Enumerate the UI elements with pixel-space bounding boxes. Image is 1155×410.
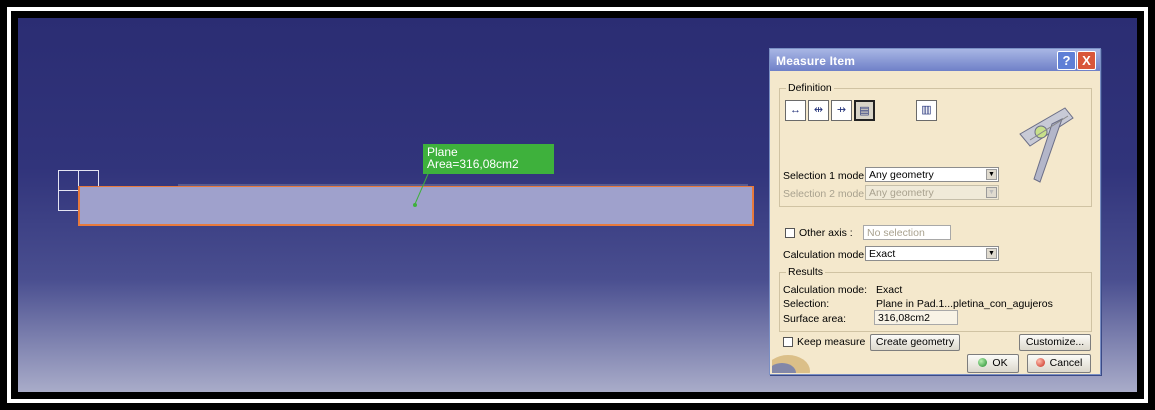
measure-item-dialog: Measure Item ? X Definition ↔ ⇹ ⇸ ▤ ▥ Se… [769, 48, 1101, 375]
definition-label: Definition [786, 82, 834, 94]
3d-viewport[interactable]: Plane Area=316,08cm2 Measure Item ? X De… [18, 18, 1137, 392]
measure-between-fan-icon[interactable]: ⇸ [831, 100, 852, 121]
cancel-icon [1035, 358, 1045, 367]
other-axis-placeholder: No selection [867, 227, 925, 239]
surface-area-value: 316,08cm2 [878, 312, 930, 324]
cancel-button[interactable]: Cancel [1027, 354, 1091, 373]
calc-mode-label: Calculation mode: [783, 249, 868, 261]
customize-button[interactable]: Customize... [1019, 334, 1091, 351]
results-label: Results [786, 266, 826, 278]
ok-button[interactable]: OK [967, 354, 1019, 373]
other-axis-field[interactable]: No selection [863, 225, 951, 240]
result-calc-mode-label: Calculation mode: [783, 284, 868, 296]
result-selection-label: Selection: [783, 298, 830, 310]
chevron-down-icon[interactable]: ▼ [986, 169, 997, 180]
other-axis-label: Other axis : [799, 227, 853, 239]
chevron-down-icon[interactable]: ▼ [986, 187, 997, 198]
measure-thickness-icon[interactable]: ▥ [916, 100, 937, 121]
surface-area-field: 316,08cm2 [874, 310, 958, 325]
selection2-combo[interactable]: Any geometry ▼ [865, 185, 999, 200]
selection1-label: Selection 1 mode: [783, 170, 868, 182]
measure-item-icon[interactable]: ▤ [854, 100, 875, 121]
selection2-value: Any geometry [869, 187, 934, 199]
result-selection-value: Plane in Pad.1...pletina_con_agujeros [876, 298, 1053, 310]
calc-mode-value: Exact [869, 248, 896, 260]
catia-logo-icon [772, 355, 810, 373]
selection2-label: Selection 2 mode: [783, 188, 868, 200]
chevron-down-icon[interactable]: ▼ [986, 248, 997, 259]
help-button[interactable]: ? [1057, 51, 1076, 70]
ok-label: OK [992, 357, 1008, 369]
ok-icon [978, 358, 988, 367]
calc-mode-combo[interactable]: Exact ▼ [865, 246, 999, 261]
measure-callout[interactable]: Plane Area=316,08cm2 [423, 144, 554, 174]
result-surface-area-label: Surface area: [783, 313, 847, 325]
selected-plane-face[interactable] [78, 186, 754, 226]
selection1-combo[interactable]: Any geometry ▼ [865, 167, 999, 182]
callout-line-2: Area=316,08cm2 [427, 157, 519, 171]
dialog-title: Measure Item [776, 54, 856, 68]
close-button[interactable]: X [1077, 51, 1096, 70]
caliper-icon [1019, 107, 1074, 183]
create-geometry-button[interactable]: Create geometry [870, 334, 960, 351]
selection1-value: Any geometry [869, 169, 934, 181]
dialog-titlebar[interactable]: Measure Item ? X [770, 49, 1100, 71]
other-axis-checkbox[interactable] [785, 228, 795, 238]
cancel-label: Cancel [1049, 357, 1083, 369]
result-calc-mode-value: Exact [876, 284, 903, 296]
measure-between-chain-icon[interactable]: ⇹ [808, 100, 829, 121]
measure-between-icon[interactable]: ↔ [785, 100, 806, 121]
